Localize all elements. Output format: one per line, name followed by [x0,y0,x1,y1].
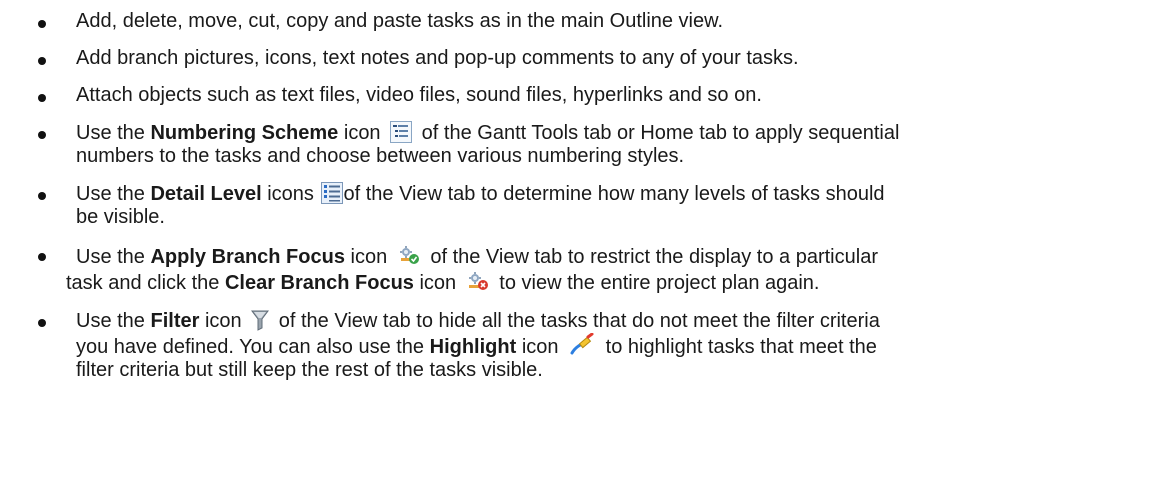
bullet-text-after: of the Gantt Tools tab or Home tab to ap… [416,122,900,144]
term-numbering-scheme: Numbering Scheme [150,122,339,144]
list-item: Add branch pictures, icons, text notes a… [36,47,1142,70]
bullet-text-line3: filter criteria but still keep the rest … [76,359,543,381]
bullet-text-line2-before: task and click the [66,272,225,294]
bullet-text: Add, delete, move, cut, copy and paste t… [76,10,724,32]
feature-bullet-list: Add, delete, move, cut, copy and paste t… [36,10,1142,382]
term-detail-level: Detail Level [150,183,262,205]
bullet-text-after: of the View tab to restrict the display … [424,246,878,268]
bullet-text-middle: icons [261,183,314,205]
bullet-dot [38,57,46,65]
bullet-dot [38,253,46,261]
bullet-text-before: Use the [76,246,151,268]
bullet-text-middle: icon [344,246,388,268]
document-page: Add, delete, move, cut, copy and paste t… [0,0,1162,477]
filter-icon [251,309,270,331]
term-highlight: Highlight [429,336,517,358]
bullet-dot [38,319,46,327]
term-filter: Filter [150,310,200,332]
clear-branch-focus-icon [466,269,490,293]
bullet-text-before: Use the [76,310,151,332]
bullet-text-line2-middle: icon [413,272,457,294]
bullet-dot [38,94,46,102]
bullet-text: Add branch pictures, icons, text notes a… [76,47,799,69]
bullet-text-line2: numbers to the tasks and choose between … [76,145,685,167]
term-clear-branch-focus: Clear Branch Focus [224,272,414,294]
list-item: Use the Detail Level icons of the View t… [36,182,1142,229]
list-item: Use the Apply Branch Focus icon of the V… [36,243,1142,295]
bullet-text-before: Use the [76,183,151,205]
apply-branch-focus-icon [397,243,421,267]
bullet-text-middle: icon [338,122,381,144]
bullet-text-line2-after: to view the entire project plan again. [493,272,820,294]
list-item: Use the Filter icon of the View tab to h… [36,309,1142,382]
bullet-text-middle: icon [199,310,242,332]
bullet-text-after: of the View tab to hide all the tasks th… [273,310,880,332]
bullet-dot [38,20,46,28]
bullet-text: Attach objects such as text files, video… [76,84,762,106]
bullet-text-line2-middle: icon [516,336,559,358]
term-apply-branch-focus: Apply Branch Focus [150,246,345,268]
bullet-text-line2-before: you have defined. You can also use the [76,336,430,358]
bullet-text-before: Use the [76,122,151,144]
numbering-scheme-icon [390,121,413,143]
list-item: Attach objects such as text files, video… [36,84,1142,107]
bullet-text-after: of the View tab to determine how many le… [343,183,885,205]
bullet-text-line2: be visible. [76,206,165,228]
list-item: Add, delete, move, cut, copy and paste t… [36,10,1142,33]
bullet-line2-wrap: task and click the Clear Branch Focus ic… [66,269,1142,295]
bullet-text-line2-after: to highlight tasks that meet the [600,336,877,358]
detail-level-icon [321,182,344,204]
bullet-dot [38,131,46,139]
list-item: Use the Numbering Scheme icon of the Gan… [36,121,1142,168]
bullet-dot [38,192,46,200]
highlight-icon [568,333,596,357]
